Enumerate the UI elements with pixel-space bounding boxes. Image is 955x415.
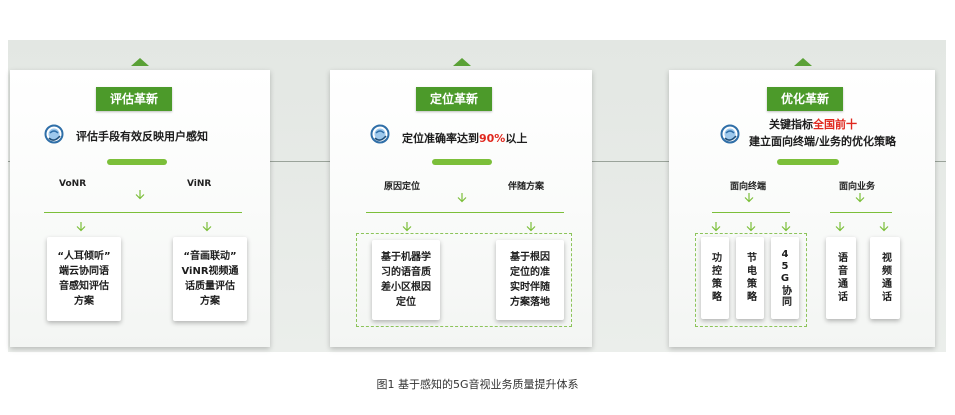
panel2-title: 定位革新 xyxy=(416,87,493,111)
panel1-arrow-left xyxy=(76,222,86,232)
panel3-headline-line2: 建立面向终端/业务的优化策略 xyxy=(749,135,897,148)
panel3-card-voice-call: 语音通话 xyxy=(826,237,856,319)
panel3-title: 优化革新 xyxy=(767,87,844,111)
panel2-headline-pre: 定位准确率达到 xyxy=(402,132,479,145)
panel1-top-triangle xyxy=(131,58,149,66)
panel3-arrow-card1 xyxy=(711,222,721,232)
panel3-top-triangle xyxy=(794,58,812,66)
panel3-split-line-terminal xyxy=(712,212,790,213)
panel3-arrow-terminal xyxy=(744,193,754,203)
panel2-arrow-right xyxy=(526,222,536,232)
panel1-title: 评估革新 xyxy=(96,87,173,111)
panel2-card-realtime-follow: 基于根因 定位的准 实时伴随 方案落地 xyxy=(496,240,564,320)
figure-caption: 图1 基于感知的5G音视业务质量提升体系 xyxy=(376,378,579,391)
panel2-card-ml-root-cause: 基于机器学 习的语音质 差小区根因 定位 xyxy=(372,240,440,320)
panel2-headline-post: 以上 xyxy=(505,132,528,145)
panel3-connector-bar xyxy=(777,159,839,165)
panel2-branch-follow: 伴随方案 xyxy=(508,182,545,192)
panel1-arrow-center xyxy=(135,190,145,200)
panel1-headline: 评估手段有效反映用户感知 xyxy=(76,130,208,143)
panel1-branch-vinr: ViNR xyxy=(187,179,212,189)
panel3-branch-service: 面向业务 xyxy=(839,182,876,192)
panel1-split-line xyxy=(44,212,242,213)
panel1-card-voice-eval: “人耳倾听” 端云协同语 音感知评估 方案 xyxy=(47,237,121,321)
panel3-arrow-card5 xyxy=(879,222,889,232)
panel3-arrow-card2 xyxy=(746,222,756,232)
panel3-card-power-saving: 节电策略 xyxy=(736,237,764,319)
panel3-card-power-control: 功控策略 xyxy=(701,237,729,319)
panel3-branch-terminal: 面向终端 xyxy=(730,182,767,192)
panel3-arrow-card3 xyxy=(781,222,791,232)
panel2-arrow-left xyxy=(402,222,412,232)
panel3-headline-line1-highlight: 全国前十 xyxy=(813,118,857,131)
panel1-branch-vonr: VoNR xyxy=(59,179,87,189)
globe-icon xyxy=(44,124,64,144)
panel2-connector-bar xyxy=(432,159,492,165)
panel1-card-video-eval: “音画联动” ViNR视频通 话质量评估 方案 xyxy=(173,237,247,321)
panel2-headline-highlight: 90% xyxy=(479,132,506,145)
panel1-connector-bar xyxy=(107,159,167,165)
panel3-arrow-card4 xyxy=(835,222,845,232)
panel2-arrow-center xyxy=(457,193,467,203)
panel3-card-video-call: 视频通话 xyxy=(870,237,900,319)
panel3-card-45g-coop: 45G协同 xyxy=(771,237,799,319)
panel2-top-triangle xyxy=(453,58,471,66)
panel1-arrow-right xyxy=(202,222,212,232)
panel2-headline: 定位准确率达到90%以上 xyxy=(402,130,527,146)
panel3-arrow-service xyxy=(855,193,865,203)
panel3-split-line-service xyxy=(830,212,892,213)
panel3-headline-line1-pre: 关键指标 xyxy=(769,118,813,131)
globe-icon xyxy=(720,124,740,144)
globe-icon xyxy=(370,124,390,144)
panel2-branch-cause: 原因定位 xyxy=(384,182,421,192)
panel2-split-line xyxy=(366,212,564,213)
panel3-headline-line1: 关键指标全国前十 xyxy=(769,116,857,132)
